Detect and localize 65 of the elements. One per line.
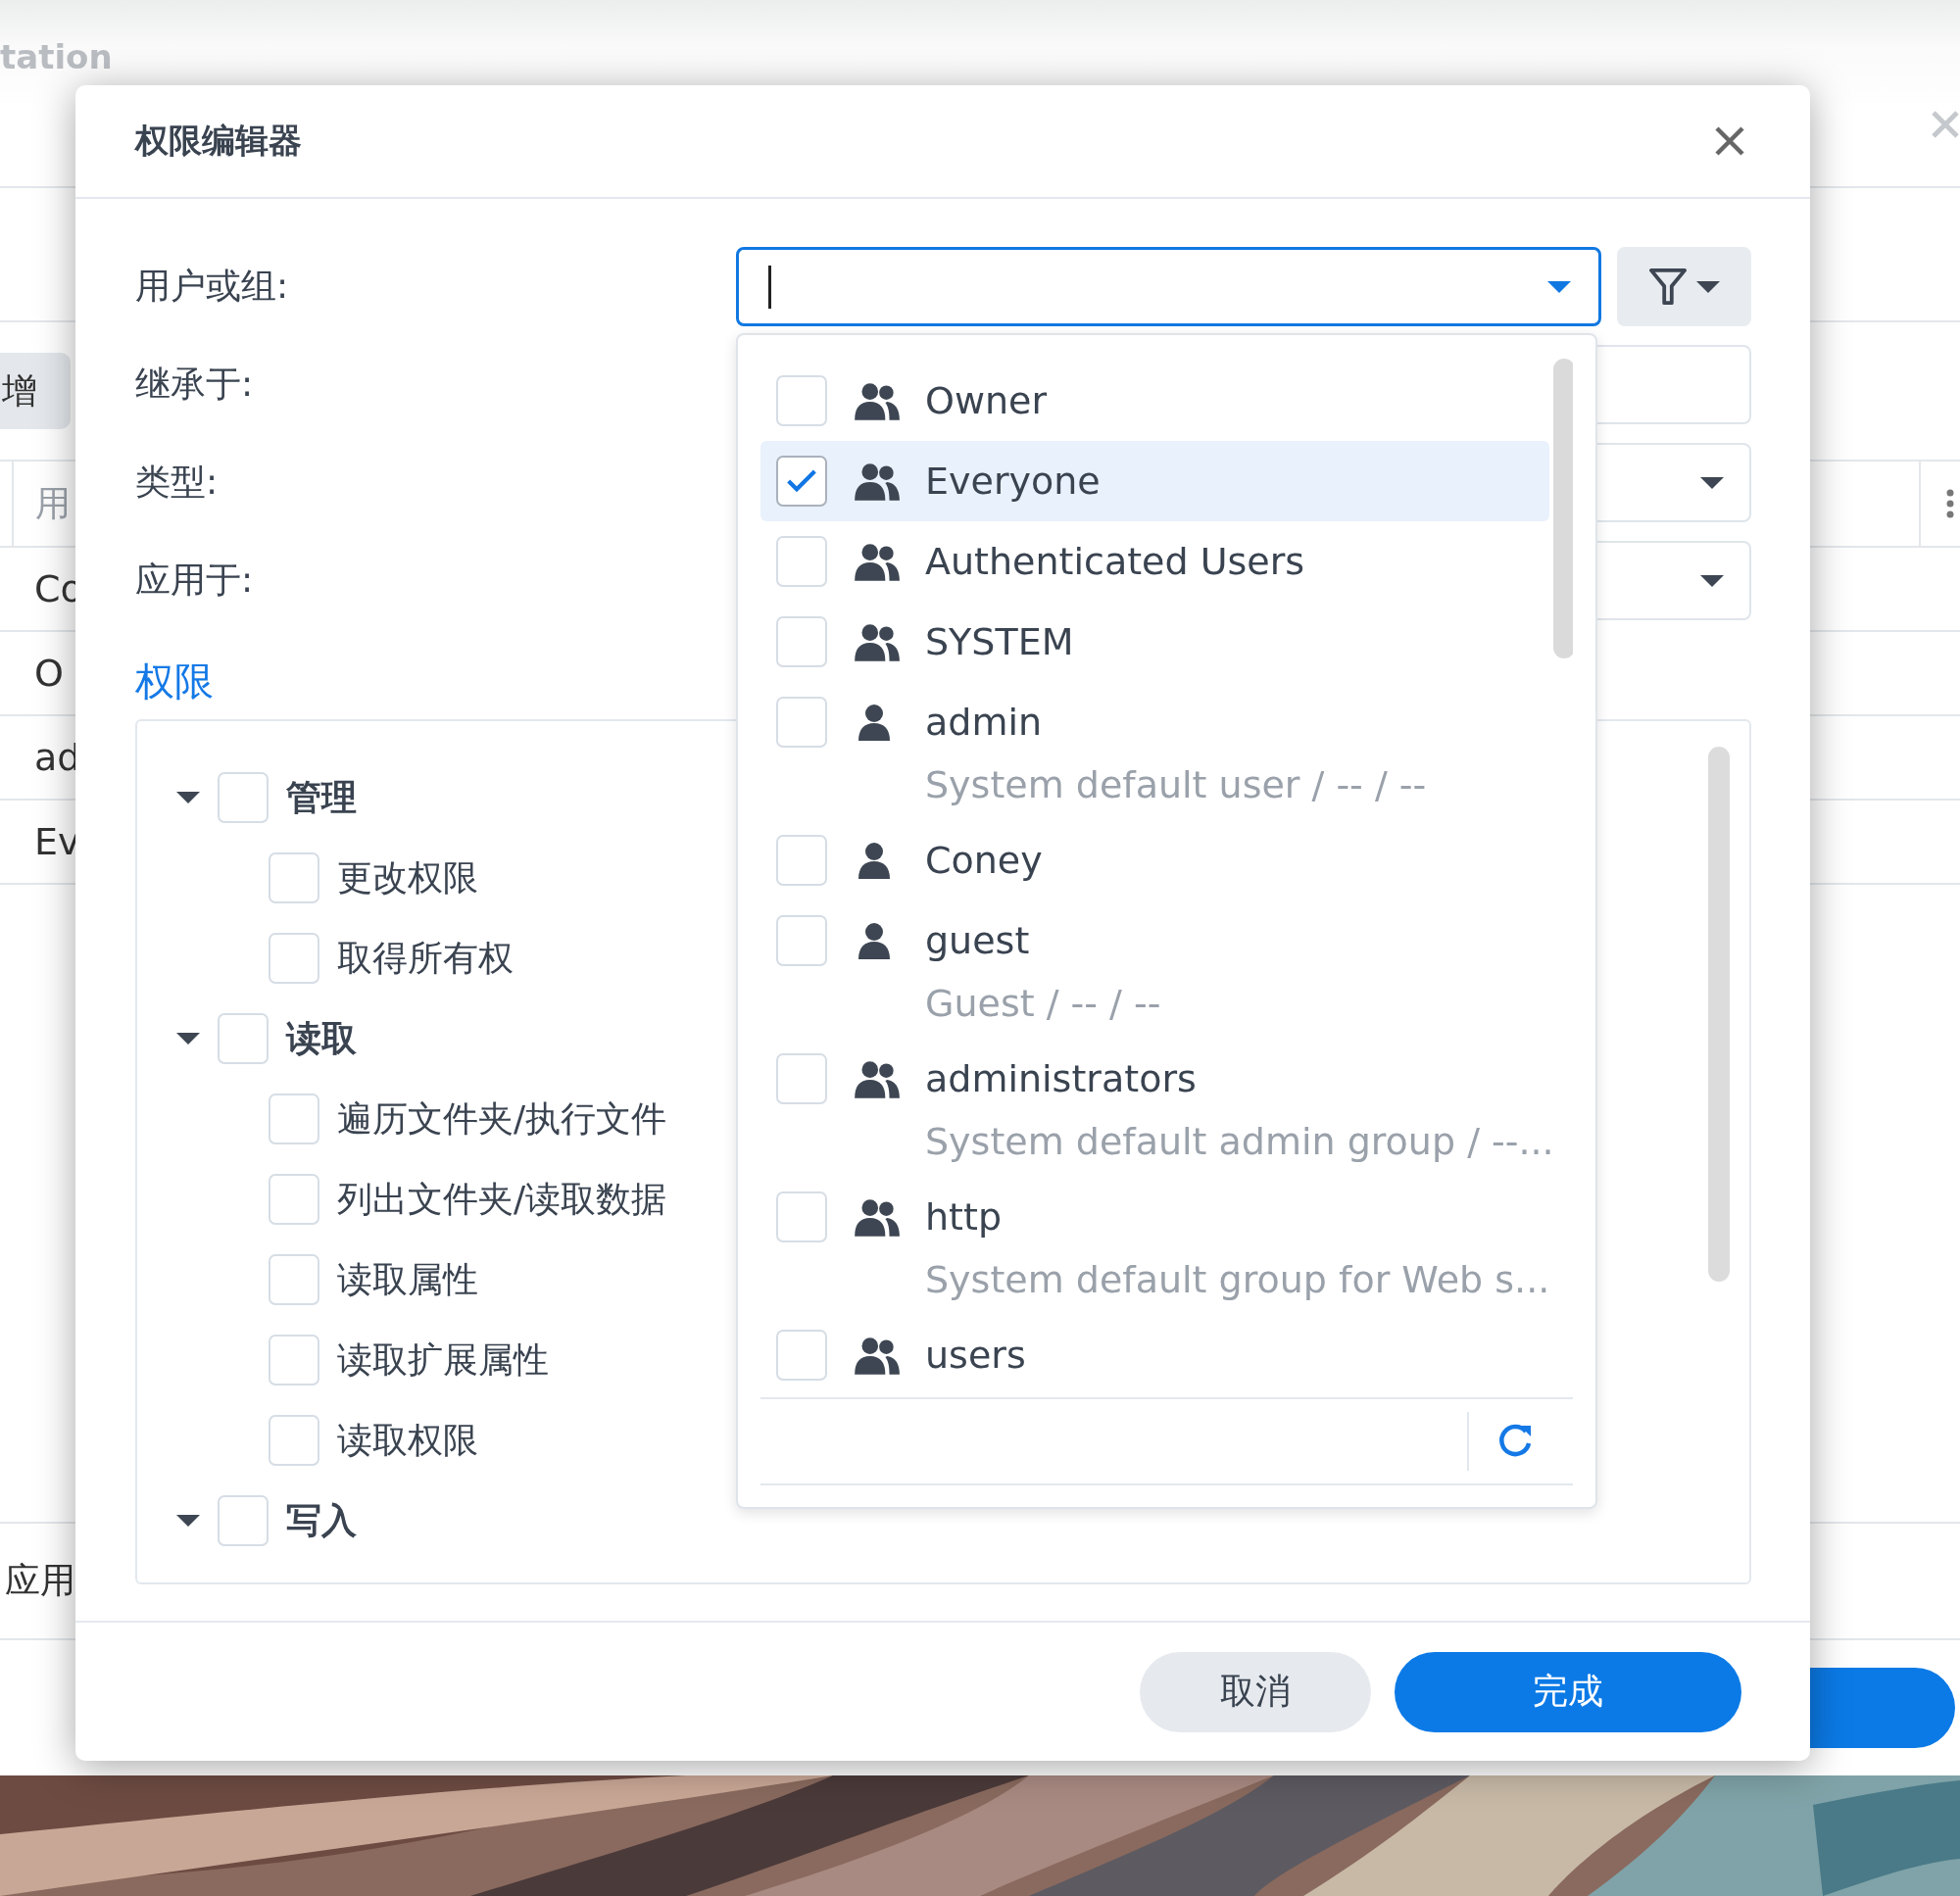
more-icon[interactable] [1946, 489, 1954, 518]
field-label: 用户或组: [135, 265, 290, 308]
permission-label: 读取属性 [337, 1257, 478, 1301]
permission-label: 读取 [286, 1016, 357, 1060]
permission-label: 取得所有权 [337, 936, 514, 980]
checkbox[interactable] [269, 1094, 319, 1144]
checkbox[interactable] [269, 1415, 319, 1466]
collapse-icon[interactable] [176, 1033, 200, 1045]
checkbox[interactable] [776, 697, 827, 748]
checkbox[interactable] [218, 1013, 269, 1064]
permission-label: 读取权限 [337, 1418, 478, 1462]
checkbox[interactable] [269, 933, 319, 984]
user-combo-box[interactable] [736, 247, 1601, 326]
checkbox[interactable] [776, 616, 827, 667]
user-name: guest [925, 918, 1030, 964]
user-name: administrators [925, 1056, 1197, 1102]
close-icon[interactable] [1714, 125, 1745, 157]
field-label: 继承于: [135, 363, 255, 406]
filter-button[interactable] [1617, 247, 1751, 326]
permission-label: 读取扩展属性 [337, 1337, 549, 1382]
checkbox[interactable] [218, 1495, 269, 1546]
user-name: Coney [925, 838, 1043, 884]
column-header: 用 [12, 462, 71, 546]
field-label: 类型: [135, 461, 220, 504]
checkbox[interactable] [776, 375, 827, 426]
checkbox[interactable] [776, 915, 827, 966]
checkbox[interactable] [269, 852, 319, 903]
checkbox[interactable] [269, 1254, 319, 1305]
checkbox[interactable] [776, 1330, 827, 1381]
filter-icon [1648, 267, 1687, 307]
user-option[interactable]: http System default group for Web s... [760, 1177, 1549, 1315]
section-title: 权限 [135, 656, 215, 705]
checkbox[interactable] [269, 1174, 319, 1225]
checkbox[interactable] [776, 1191, 827, 1242]
checkbox[interactable] [776, 1053, 827, 1104]
user-option[interactable]: Owner [760, 361, 1549, 441]
done-button[interactable]: 完成 [1395, 1651, 1741, 1732]
text-cursor [768, 265, 771, 309]
checkbox[interactable] [218, 772, 269, 823]
user-description: System default group for Web s... [925, 1257, 1550, 1303]
user-name: Owner [925, 378, 1048, 424]
add-button[interactable]: 增 [0, 353, 71, 429]
user-name: users [925, 1333, 1026, 1379]
collapse-icon[interactable] [176, 1515, 200, 1527]
window-title: tation [0, 37, 113, 76]
dialog-title: 权限编辑器 [135, 120, 302, 162]
user-option[interactable]: Everyone [760, 441, 1549, 521]
caret-icon [1695, 280, 1720, 293]
user-name: Everyone [925, 459, 1101, 505]
collapse-icon[interactable] [176, 792, 200, 803]
user-option[interactable]: users [760, 1315, 1549, 1395]
caret-icon [1547, 280, 1571, 293]
caret-icon [1700, 574, 1724, 587]
permission-label: 遍历文件夹/执行文件 [337, 1096, 667, 1141]
checkbox[interactable] [269, 1335, 319, 1386]
user-option[interactable]: guest Guest / -- / -- [760, 900, 1549, 1039]
checkbox[interactable] [776, 536, 827, 587]
permission-label: 列出文件夹/读取数据 [337, 1177, 667, 1221]
checkbox[interactable] [776, 835, 827, 886]
checkbox[interactable] [776, 456, 827, 507]
field-label: 应用于: [135, 559, 255, 602]
user-description: Guest / -- / -- [925, 981, 1161, 1027]
user-name: http [925, 1194, 1002, 1240]
cancel-button[interactable]: 取消 [1140, 1651, 1371, 1732]
caret-icon [1700, 476, 1724, 489]
